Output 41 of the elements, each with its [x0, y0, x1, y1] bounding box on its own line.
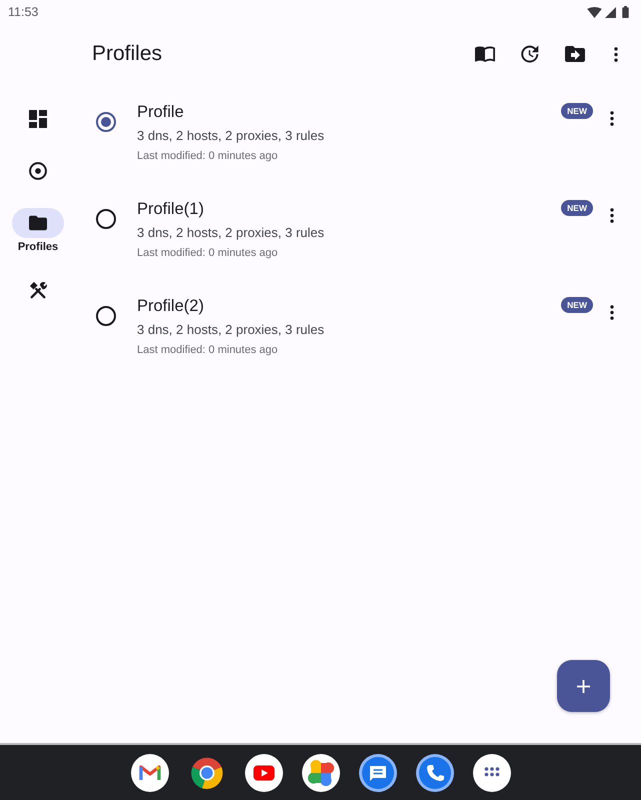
wifi-icon — [587, 6, 602, 18]
add-button[interactable] — [557, 660, 610, 712]
status-badge: NEW — [561, 297, 593, 313]
app-grid-icon[interactable] — [472, 754, 510, 792]
profile-name: Profile — [137, 102, 184, 123]
profile-name: Profile(1) — [137, 199, 204, 220]
signal-icon — [605, 6, 616, 18]
page-title: Profiles — [92, 42, 164, 66]
radio-button[interactable] — [96, 306, 116, 326]
profile-summary: 3 dns, 2 hosts, 2 proxies, 3 rules — [137, 127, 324, 145]
plus-icon — [577, 680, 590, 692]
target-icon — [29, 162, 47, 180]
pinwheel-icon[interactable] — [302, 754, 340, 792]
video-play-icon[interactable] — [244, 754, 282, 792]
profile-summary: 3 dns, 2 hosts, 2 proxies, 3 rules — [137, 224, 324, 242]
profile-modified: Last modified: 0 minutes ago — [137, 149, 278, 164]
folder-arrow-icon — [565, 45, 585, 63]
status-badge: NEW — [561, 200, 593, 216]
radio-button[interactable] — [96, 112, 116, 132]
profile-summary: 3 dns, 2 hosts, 2 proxies, 3 rules — [137, 321, 324, 339]
phone-icon[interactable] — [416, 754, 454, 792]
tools-icon — [29, 281, 47, 299]
dashboard-icon — [29, 110, 47, 128]
folder-icon — [29, 214, 47, 232]
status-badge: NEW — [561, 103, 593, 119]
nav-label: Profiles — [18, 241, 58, 253]
mail-icon[interactable] — [130, 754, 168, 792]
more-icon — [614, 46, 618, 62]
battery-icon — [622, 6, 629, 18]
radio-button[interactable] — [96, 209, 116, 229]
more-icon — [610, 304, 614, 320]
profile-name: Profile(2) — [137, 296, 204, 317]
nav-item[interactable] — [12, 208, 64, 238]
profile-modified: Last modified: 0 minutes ago — [137, 246, 278, 261]
profile-modified: Last modified: 0 minutes ago — [137, 343, 278, 358]
book-icon — [475, 45, 495, 63]
more-icon — [610, 208, 614, 222]
message-icon[interactable] — [358, 754, 396, 792]
more-icon — [610, 110, 614, 126]
status-time: 11:53 — [8, 5, 38, 19]
clock-arrow-icon — [520, 45, 540, 63]
